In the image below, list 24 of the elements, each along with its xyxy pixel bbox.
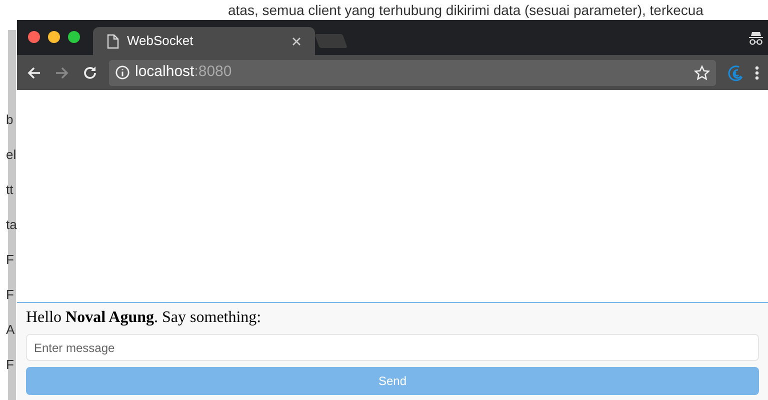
maximize-window-icon[interactable] bbox=[68, 31, 80, 43]
background-text-fragment: b bbox=[5, 111, 14, 129]
url-text: localhost:8080 bbox=[135, 62, 232, 82]
message-input[interactable]: Enter message bbox=[26, 334, 759, 361]
bookmark-star-icon[interactable] bbox=[694, 64, 710, 80]
close-window-icon[interactable] bbox=[28, 31, 40, 43]
background-text-fragment: el bbox=[5, 146, 17, 164]
minimize-window-icon[interactable] bbox=[48, 31, 60, 43]
greeting-text: Hello Noval Agung. Say something: bbox=[26, 308, 262, 328]
menu-icon[interactable] bbox=[754, 64, 760, 80]
background-text: atas, semua client yang terhubung dikirimi data (sesuai parameter), terkecua bbox=[228, 1, 704, 19]
background-text-fragment: F bbox=[5, 251, 15, 269]
info-icon[interactable] bbox=[115, 65, 130, 80]
browser-tab[interactable]: WebSocket bbox=[93, 27, 315, 55]
page-icon bbox=[107, 34, 119, 48]
background-text-fragment: F bbox=[5, 286, 15, 304]
close-tab-icon[interactable] bbox=[292, 36, 301, 46]
background-text-fragment: F bbox=[5, 356, 15, 374]
background-text-fragment: ta bbox=[5, 216, 17, 234]
address-bar[interactable]: localhost:8080 bbox=[109, 60, 716, 86]
background-text-fragment: A bbox=[5, 321, 16, 339]
incognito-icon bbox=[748, 30, 764, 46]
tab-title: WebSocket bbox=[127, 32, 194, 50]
background-text-fragment: tt bbox=[5, 181, 14, 199]
